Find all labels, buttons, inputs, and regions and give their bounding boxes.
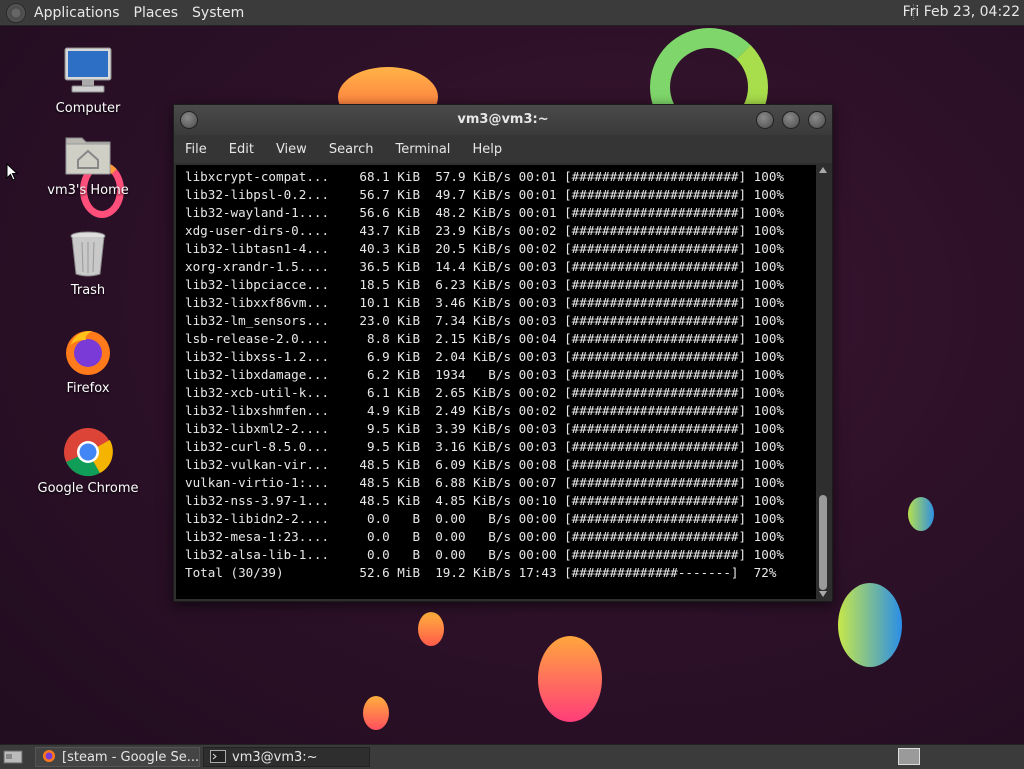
menu-edit[interactable]: Edit [229, 142, 254, 157]
terminal-line: Total (30/39) 52.6 MiB 19.2 KiB/s 17:43 … [185, 565, 777, 580]
desktop-icon-label: Trash [70, 283, 106, 298]
scroll-up-icon[interactable] [819, 167, 827, 173]
menu-view[interactable]: View [276, 142, 307, 157]
clock[interactable]: Fri Feb 23, 04:22 [903, 0, 1020, 25]
terminal-line: lib32-mesa-1:23.... 0.0 B 0.00 B/s 00:00… [185, 529, 784, 544]
terminal-lines: libxcrypt-compat... 68.1 KiB 57.9 KiB/s … [176, 165, 816, 582]
decor-orange-oval-large [538, 636, 602, 722]
desktop-icon-label: Firefox [66, 381, 110, 396]
terminal-line: lib32-libpsl-0.2... 56.7 KiB 49.7 KiB/s … [185, 187, 784, 202]
terminal-line: lsb-release-2.0.... 8.8 KiB 2.15 KiB/s 0… [185, 331, 784, 346]
chrome-icon [62, 426, 114, 478]
terminal-line: vulkan-virtio-1:... 48.5 KiB 6.88 KiB/s … [185, 475, 784, 490]
mouse-pointer-icon [6, 163, 18, 181]
terminal-line: lib32-libxshmfen... 4.9 KiB 2.49 KiB/s 0… [185, 403, 784, 418]
menu-file[interactable]: File [185, 142, 207, 157]
terminal-line: lib32-libpciacce... 18.5 KiB 6.23 KiB/s … [185, 277, 784, 292]
decor-teal-oval [908, 497, 934, 531]
decor-orange-oval-small [418, 612, 444, 646]
terminal-line: lib32-vulkan-vir... 48.5 KiB 6.09 KiB/s … [185, 457, 784, 472]
terminal-line: lib32-nss-3.97-1... 48.5 KiB 4.85 KiB/s … [185, 493, 784, 508]
taskbar-item-label: [steam - Google Se... [62, 750, 200, 765]
terminal-line: lib32-lm_sensors... 23.0 KiB 7.34 KiB/s … [185, 313, 784, 328]
terminal-line: lib32-xcb-util-k... 6.1 KiB 2.65 KiB/s 0… [185, 385, 784, 400]
menu-help[interactable]: Help [472, 142, 502, 157]
scroll-down-icon[interactable] [819, 591, 827, 597]
terminal-line: lib32-wayland-1.... 56.6 KiB 48.2 KiB/s … [185, 205, 784, 220]
terminal-icon [210, 750, 226, 763]
system-menu[interactable]: System [192, 5, 244, 21]
desktop-icon-label: vm3's Home [47, 183, 129, 198]
terminal-line: lib32-libxss-1.2... 6.9 KiB 2.04 KiB/s 0… [185, 349, 784, 364]
terminal-line: xorg-xrandr-1.5.... 36.5 KiB 14.4 KiB/s … [185, 259, 784, 274]
trash-icon [62, 228, 114, 280]
top-panel: Applications Places System Fri Feb 23, 0… [0, 0, 1024, 26]
terminal-output[interactable]: libxcrypt-compat... 68.1 KiB 57.9 KiB/s … [176, 165, 816, 599]
terminal-scrollbar[interactable] [816, 165, 830, 599]
places-menu[interactable]: Places [134, 5, 179, 21]
desktop-icon-computer[interactable]: Computer [33, 46, 143, 116]
desktop-icon-label: Google Chrome [37, 481, 139, 496]
terminal-line: lib32-libxxf86vm... 10.1 KiB 3.46 KiB/s … [185, 295, 784, 310]
taskbar-item-terminal[interactable]: vm3@vm3:~ [203, 747, 370, 767]
terminal-line: libxcrypt-compat... 68.1 KiB 57.9 KiB/s … [185, 169, 784, 184]
computer-icon [62, 46, 114, 98]
window-menu-button[interactable] [180, 111, 198, 129]
desktop-icon-home[interactable]: vm3's Home [33, 128, 143, 198]
desktop-icon-trash[interactable]: Trash [33, 228, 143, 298]
taskbar-item-label: vm3@vm3:~ [232, 750, 318, 765]
close-button[interactable] [808, 111, 826, 129]
applications-menu[interactable]: Applications [34, 5, 120, 21]
firefox-icon [43, 750, 55, 762]
distro-logo-icon[interactable] [6, 2, 26, 23]
show-desktop-icon[interactable] [3, 749, 23, 765]
terminal-window[interactable]: vm3@vm3:~ File Edit View Search Terminal… [173, 104, 833, 602]
terminal-line: lib32-curl-8.5.0... 9.5 KiB 3.16 KiB/s 0… [185, 439, 784, 454]
terminal-line: xdg-user-dirs-0.... 43.7 KiB 23.9 KiB/s … [185, 223, 784, 238]
desktop-icon-chrome[interactable]: Google Chrome [33, 426, 143, 496]
workspace-switcher[interactable] [898, 748, 920, 765]
menu-terminal[interactable]: Terminal [395, 142, 450, 157]
terminal-line: lib32-alsa-lib-1... 0.0 B 0.00 B/s 00:00… [185, 547, 784, 562]
decor-orange-oval-bottom [363, 696, 389, 730]
minimize-button[interactable] [756, 111, 774, 129]
window-titlebar[interactable]: vm3@vm3:~ [174, 105, 832, 135]
terminal-line: lib32-libxml2-2.... 9.5 KiB 3.39 KiB/s 0… [185, 421, 784, 436]
maximize-button[interactable] [782, 111, 800, 129]
taskbar-item-browser[interactable]: [steam - Google Se... [35, 747, 200, 767]
terminal-line: lib32-libtasn1-4... 40.3 KiB 20.5 KiB/s … [185, 241, 784, 256]
menu-search[interactable]: Search [329, 142, 374, 157]
window-title: vm3@vm3:~ [457, 112, 549, 127]
desktop-icon-firefox[interactable]: Firefox [33, 326, 143, 396]
terminal-line: lib32-libxdamage... 6.2 KiB 1934 B/s 00:… [185, 367, 784, 382]
firefox-icon [62, 326, 114, 378]
home-folder-icon [62, 128, 114, 180]
top-menu: Applications Places System [0, 0, 252, 25]
terminal-menubar: File Edit View Search Terminal Help [174, 135, 832, 163]
desktop-icon-label: Computer [55, 101, 121, 116]
terminal-line: lib32-libidn2-2.... 0.0 B 0.00 B/s 00:00… [185, 511, 784, 526]
scroll-thumb[interactable] [819, 495, 827, 590]
bottom-panel: [steam - Google Se... vm3@vm3:~ [0, 744, 1024, 769]
decor-blue-oval [838, 583, 902, 667]
